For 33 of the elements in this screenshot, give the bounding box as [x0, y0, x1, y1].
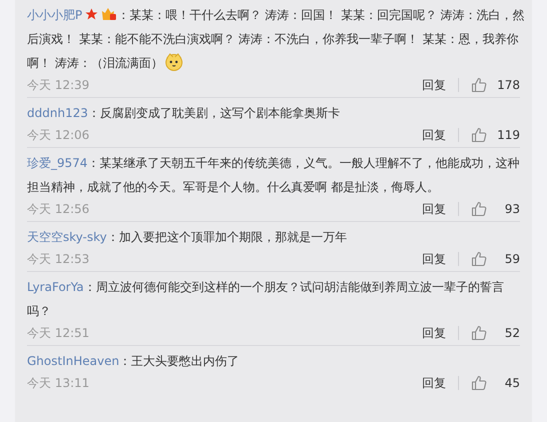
like-count: 93	[504, 201, 520, 218]
reply-link[interactable]: 回复	[422, 76, 446, 94]
timestamp: 今天 13:11	[27, 375, 90, 392]
like-count: 45	[504, 375, 520, 392]
comment-text: 珍爱_9574：某某继承了天朝五千年来的传统美德，义气。一般人理解不了，他能成功，这种担当精神，成就了他的今天。军哥是个人物。什么真爱啊 都是扯淡，侮辱人。	[27, 155, 521, 196]
comment-text: dddnh123：反腐剧变成了耽美剧，这写个剧本能拿奥斯卡	[27, 105, 341, 122]
timestamp: 今天 12:53	[27, 251, 90, 268]
emoji-icon	[164, 53, 183, 71]
comment-text: 天空空sky-sky：加入要把这个顶罪加个期限，那就是一万年	[27, 229, 348, 246]
like-count: 178	[496, 77, 520, 94]
reply-link[interactable]: 回复	[422, 324, 446, 342]
timestamp: 今天 12:39	[27, 77, 90, 94]
timestamp: 今天 12:56	[27, 201, 90, 218]
like-count: 52	[504, 325, 520, 342]
thumbs-up-icon[interactable]	[471, 375, 487, 391]
thumbs-up-icon[interactable]	[471, 251, 487, 267]
comment-text: GhostInHeaven：王大头要憋出内伤了	[27, 353, 240, 370]
like-count: 119	[496, 127, 520, 144]
reply-link[interactable]: 回复	[422, 126, 446, 144]
timestamp: 今天 12:06	[27, 127, 90, 144]
thumbs-up-icon[interactable]	[471, 127, 487, 143]
crown-badge-icon	[101, 7, 118, 21]
reply-link[interactable]: 回复	[422, 250, 446, 268]
thumbs-up-icon[interactable]	[471, 77, 487, 93]
thumbs-up-icon[interactable]	[471, 201, 487, 217]
thumbs-up-icon[interactable]	[471, 325, 487, 341]
reply-link[interactable]: 回复	[422, 374, 446, 392]
comment-text: LyraForYa：周立波何德何能交到这样的一个朋友？试问胡洁能做到养周立波一辈子的誓言吗？	[27, 279, 505, 320]
like-count: 59	[504, 251, 520, 268]
timestamp: 今天 12:51	[27, 325, 90, 342]
star-icon	[85, 8, 98, 21]
reply-link[interactable]: 回复	[422, 200, 446, 218]
comment-text: 小小小肥P ：某某：喂！干什么去啊？ 涛涛：回国！ 某某：回完国呢？ 涛涛：洗白，然后演戏！ 某某：能不能不洗白演戏啊？ 涛涛：不洗白，你养我一辈子啊！ 某某：恩，我养你啊！ 涛涛：（泪流满面）	[27, 6, 526, 73]
